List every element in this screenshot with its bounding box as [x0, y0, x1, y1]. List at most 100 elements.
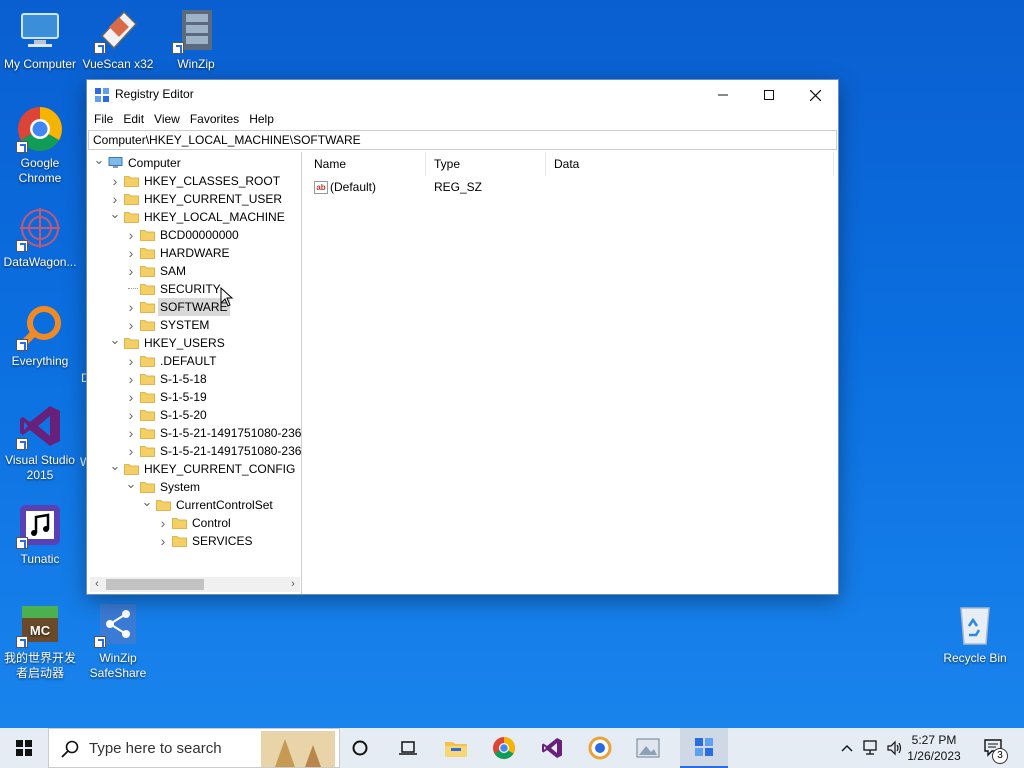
chevron-right-icon[interactable]: ›: [156, 532, 170, 550]
tree-node-label: SAM: [160, 264, 187, 278]
cortana-circle-icon: [352, 740, 368, 756]
taskbar-search-box[interactable]: Type here to search: [48, 728, 340, 768]
folder-icon: [140, 446, 155, 457]
taskbar-file-explorer[interactable]: [432, 728, 480, 768]
desktop-icon-minecraft-launcher[interactable]: MC 我的世界开发者启动器: [0, 600, 80, 681]
chevron-right-icon[interactable]: ›: [124, 316, 138, 334]
menu-favorites[interactable]: Favorites: [185, 110, 244, 130]
minimize-button[interactable]: [700, 80, 746, 110]
maximize-icon: [764, 90, 774, 100]
chevron-down-icon[interactable]: ⌄: [108, 459, 122, 478]
folder-icon: [156, 500, 171, 511]
folder-icon: [140, 284, 155, 295]
tree-node-label: SECURITY: [160, 282, 221, 296]
chevron-down-icon[interactable]: ⌄: [140, 495, 154, 514]
taskbar-visual-studio[interactable]: [528, 728, 576, 768]
chevron-right-icon[interactable]: ›: [124, 370, 138, 388]
taskbar-clock[interactable]: 5:27 PM 1/26/2023: [902, 732, 966, 764]
chrome-icon: [493, 737, 515, 759]
values-list[interactable]: Name Type Data ab (Default) REG_SZ: [306, 152, 837, 594]
close-button[interactable]: [792, 80, 838, 110]
show-hidden-icons-button[interactable]: [838, 728, 856, 768]
chevron-right-icon[interactable]: ›: [156, 514, 170, 532]
maximize-button[interactable]: [746, 80, 792, 110]
value-name: (Default): [330, 180, 377, 194]
desktop-icon-label: Everything: [11, 354, 69, 368]
registry-editor-window[interactable]: Registry Editor File Edit View Favorites…: [86, 79, 839, 595]
chevron-down-icon[interactable]: ⌄: [124, 477, 138, 496]
chevron-down-icon[interactable]: ⌄: [108, 207, 122, 226]
desktop-icon-everything[interactable]: Everything: [0, 303, 80, 369]
desktop-icon-chrome[interactable]: Google Chrome: [0, 105, 80, 186]
values-list-header: Name Type Data: [306, 152, 837, 176]
desktop-icon-my-computer[interactable]: My Computer: [0, 6, 80, 72]
folder-icon: [140, 428, 155, 439]
column-header-type[interactable]: Type: [426, 152, 546, 176]
desktop-icon-datawagon[interactable]: DataWagon...: [0, 204, 80, 270]
desktop-icon-visual-studio[interactable]: Visual Studio 2015: [0, 402, 80, 483]
chevron-right-icon[interactable]: ›: [124, 406, 138, 424]
chevron-right-icon[interactable]: ›: [124, 244, 138, 262]
folder-icon: [172, 518, 187, 529]
folder-icon: [172, 536, 187, 547]
scrollbar-thumb[interactable]: [106, 579, 204, 590]
title-bar[interactable]: Registry Editor: [87, 80, 838, 110]
chevron-right-icon[interactable]: ›: [124, 352, 138, 370]
chevron-down-icon[interactable]: ⌄: [92, 153, 106, 172]
tunatic-icon: [16, 501, 64, 549]
taskbar-registry-editor[interactable]: [680, 728, 728, 768]
menu-help[interactable]: Help: [244, 110, 279, 130]
taskbar-chrome[interactable]: [480, 728, 528, 768]
network-button[interactable]: [860, 728, 882, 768]
folder-icon: [140, 392, 155, 403]
menu-file[interactable]: File: [89, 110, 118, 130]
task-view-button[interactable]: [384, 728, 432, 768]
value-row[interactable]: ab (Default) REG_SZ: [306, 178, 834, 196]
windows-logo-icon: [16, 740, 32, 756]
notification-center-button[interactable]: 3: [974, 728, 1014, 768]
desktop-icon-recycle-bin[interactable]: Recycle Bin: [935, 600, 1015, 666]
scroll-right-icon[interactable]: ›: [286, 577, 300, 592]
desktop-icon-tunatic[interactable]: Tunatic: [0, 501, 80, 567]
folder-icon: [124, 464, 139, 475]
tree-node-label: HKEY_LOCAL_MACHINE: [144, 210, 285, 224]
address-bar[interactable]: Computer\HKEY_LOCAL_MACHINE\SOFTWARE: [88, 130, 837, 150]
image-viewer-icon: [636, 738, 660, 758]
string-value-icon: ab: [314, 181, 328, 195]
desktop-icon-label: DataWagon...: [3, 255, 77, 269]
key-tree[interactable]: ⌄ Computer › HKEY_CLASSES_ROOT › HKEY_CURRENT…: [88, 152, 302, 594]
taskbar-image-viewer[interactable]: [624, 728, 672, 768]
value-type: REG_SZ: [434, 180, 483, 194]
search-placeholder: Type here to search: [89, 740, 222, 757]
scroll-left-icon[interactable]: ‹: [90, 577, 104, 592]
chevron-right-icon[interactable]: ›: [124, 298, 138, 316]
menu-edit[interactable]: Edit: [118, 110, 149, 130]
chevron-right-icon[interactable]: ›: [124, 424, 138, 442]
tree-horizontal-scrollbar[interactable]: ‹ ›: [90, 577, 300, 592]
folder-icon: [140, 230, 155, 241]
chevron-right-icon[interactable]: ›: [124, 226, 138, 244]
shortcut-arrow-icon: [16, 537, 28, 549]
chevron-right-icon[interactable]: ›: [124, 442, 138, 460]
desktop-icon-vuescan[interactable]: VueScan x32: [78, 6, 158, 72]
desktop-icon-winzip[interactable]: WinZip: [156, 6, 236, 72]
desktop-icon-winzip-safeshare[interactable]: WinZip SafeShare: [78, 600, 158, 681]
shortcut-arrow-icon: [16, 438, 28, 450]
chevron-right-icon[interactable]: ›: [108, 172, 122, 190]
chevron-right-icon[interactable]: ›: [124, 388, 138, 406]
cortana-button[interactable]: [336, 728, 384, 768]
column-header-name[interactable]: Name: [306, 152, 426, 176]
visual-studio-icon: [16, 402, 64, 450]
tree-node-label: SYSTEM: [160, 318, 210, 332]
column-header-data[interactable]: Data: [546, 152, 834, 176]
svg-text:MC: MC: [30, 623, 51, 638]
start-button[interactable]: [0, 728, 48, 768]
chevron-right-icon[interactable]: ›: [124, 262, 138, 280]
taskbar-browser[interactable]: [576, 728, 624, 768]
desktop-icon-label: Recycle Bin: [943, 651, 1007, 665]
search-highlight-image-icon: [261, 731, 335, 767]
shortcut-arrow-icon: [16, 240, 28, 252]
chevron-down-icon[interactable]: ⌄: [108, 333, 122, 352]
folder-icon: [140, 302, 155, 313]
menu-view[interactable]: View: [149, 110, 185, 130]
